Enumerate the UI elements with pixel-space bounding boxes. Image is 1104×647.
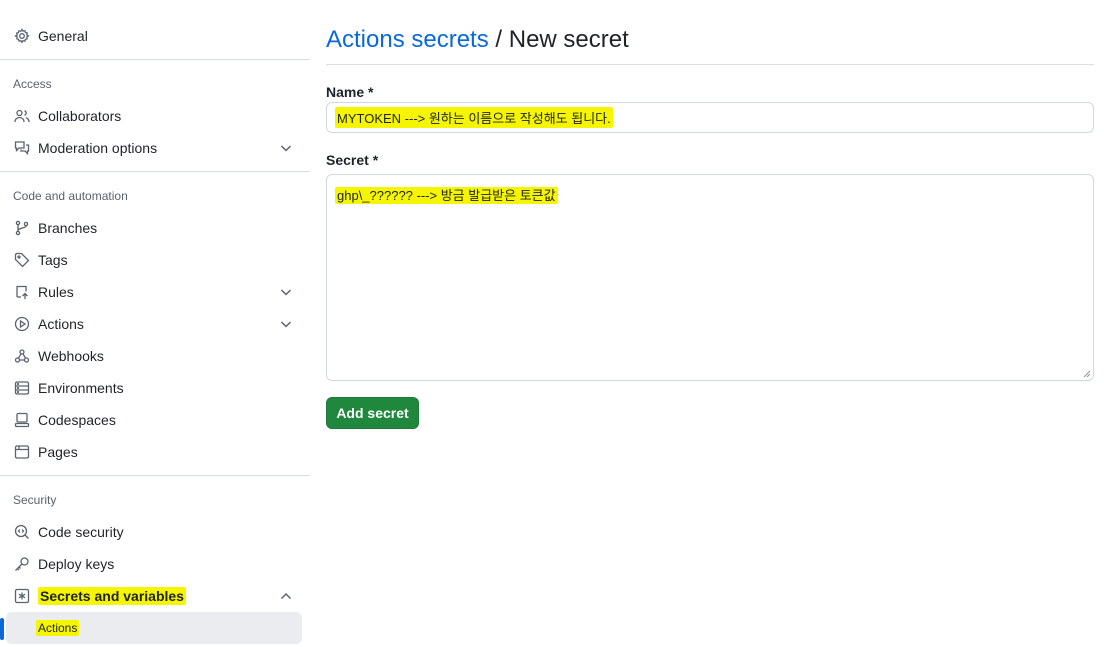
- sidebar-item-general[interactable]: General: [6, 20, 302, 52]
- codescan-icon: [13, 523, 31, 541]
- secret-name-value: MYTOKEN ---> 원하는 이름으로 작성해도 됩니다.: [335, 107, 613, 128]
- sidebar-item-collaborators[interactable]: Collaborators: [6, 100, 302, 132]
- codespaces-icon: [13, 411, 31, 429]
- webhook-icon: [13, 347, 31, 365]
- sidebar-item-environments[interactable]: Environments: [6, 372, 302, 404]
- sidebar-item-secrets-and-variables[interactable]: Secrets and variables: [6, 580, 302, 612]
- sidebar-divider: [0, 59, 310, 60]
- resize-handle-icon[interactable]: [1083, 370, 1091, 378]
- chevron-down-icon[interactable]: [278, 316, 294, 332]
- browser-icon: [13, 443, 31, 461]
- add-secret-button[interactable]: Add secret: [326, 397, 419, 429]
- sidebar-item-label: Actions: [38, 316, 84, 332]
- play-icon: [13, 315, 31, 333]
- sidebar-item-branches[interactable]: Branches: [6, 212, 302, 244]
- secret-value-textarea[interactable]: ghp\_?????? ---> 방금 발급받은 토큰값: [326, 174, 1094, 381]
- sidebar-item-moderation-options[interactable]: Moderation options: [6, 132, 302, 164]
- sidebar-divider: [0, 475, 310, 476]
- server-icon: [13, 379, 31, 397]
- asterisk-icon: [13, 587, 31, 605]
- main-content: Actions secrets / New secret Name * MYTO…: [326, 0, 1094, 647]
- section-title-code-automation: Code and automation: [13, 189, 128, 203]
- secret-name-input[interactable]: MYTOKEN ---> 원하는 이름으로 작성해도 됩니다.: [326, 102, 1094, 133]
- secret-value-text: ghp\_?????? ---> 방금 발급받은 토큰값: [335, 187, 558, 204]
- sidebar-subitem-actions[interactable]: Actions: [6, 612, 302, 644]
- sidebar-divider: [0, 171, 310, 172]
- sidebar-item-label: Codespaces: [38, 412, 116, 428]
- sidebar-item-label: Tags: [38, 252, 68, 268]
- sidebar-item-label: Deploy keys: [38, 556, 115, 572]
- sidebar-item-webhooks[interactable]: Webhooks: [6, 340, 302, 372]
- name-label: Name *: [326, 84, 374, 100]
- sidebar-item-code-security[interactable]: Code security: [6, 516, 302, 548]
- sidebar-item-label: Moderation options: [38, 140, 158, 156]
- sidebar-item-deploy-keys[interactable]: Deploy keys: [6, 548, 302, 580]
- tag-icon: [13, 251, 31, 269]
- sidebar-item-label: Webhooks: [38, 348, 104, 364]
- page-title-text: New secret: [508, 26, 629, 53]
- sidebar-item-tags[interactable]: Tags: [6, 244, 302, 276]
- comment-discussion-icon: [13, 139, 31, 157]
- sidebar-item-label: Collaborators: [38, 108, 122, 124]
- sidebar-item-actions[interactable]: Actions: [6, 308, 302, 340]
- sidebar-item-label: Secrets and variables: [38, 587, 186, 605]
- gear-icon: [13, 27, 31, 45]
- key-icon: [13, 555, 31, 573]
- git-branch-icon: [13, 219, 31, 237]
- sidebar-item-label: Branches: [38, 220, 98, 236]
- chevron-up-icon[interactable]: [278, 588, 294, 604]
- sidebar-item-label: General: [38, 28, 88, 44]
- header-divider: [326, 64, 1094, 65]
- repo-push-icon: [13, 283, 31, 301]
- sidebar-subitem-label: Actions: [36, 620, 80, 636]
- sidebar-item-codespaces[interactable]: Codespaces: [6, 404, 302, 436]
- breadcrumb-separator: /: [495, 26, 503, 53]
- settings-sidebar: General Access Collaborators Moderation …: [0, 0, 310, 647]
- people-icon: [13, 107, 31, 125]
- sidebar-item-label: Code security: [38, 524, 124, 540]
- chevron-down-icon[interactable]: [278, 140, 294, 156]
- section-title-access: Access: [13, 77, 52, 91]
- breadcrumb-actions-secrets-link[interactable]: Actions secrets: [326, 26, 489, 53]
- sidebar-item-pages[interactable]: Pages: [6, 436, 302, 468]
- sidebar-item-label: Rules: [38, 284, 74, 300]
- section-title-security: Security: [13, 493, 57, 507]
- secret-label: Secret *: [326, 152, 379, 168]
- chevron-down-icon[interactable]: [278, 284, 294, 300]
- sidebar-item-label: Environments: [38, 380, 124, 396]
- active-indicator: [0, 618, 4, 640]
- page-title: Actions secrets / New secret: [326, 24, 629, 56]
- sidebar-item-label: Pages: [38, 444, 78, 460]
- sidebar-item-rules[interactable]: Rules: [6, 276, 302, 308]
